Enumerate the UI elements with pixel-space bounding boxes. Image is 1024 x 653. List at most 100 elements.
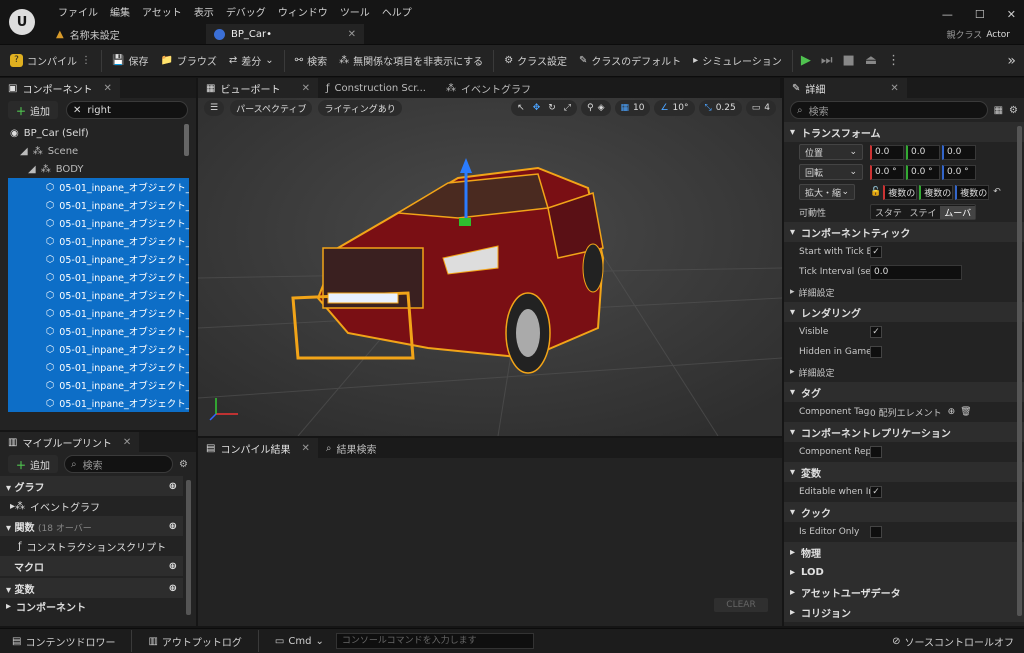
editable-checkbox[interactable]: ✓ bbox=[870, 486, 882, 498]
hide-unrelated-button[interactable]: ⁂ 無関係な項目を非表示にする bbox=[333, 49, 489, 73]
tree-item-component[interactable]: ⬡ 05-01_inpane_オブジェクト_ bbox=[8, 394, 189, 412]
section-graph[interactable]: ▾ グラフ ⊕ bbox=[0, 476, 183, 496]
expand-toolbar-icon[interactable]: » bbox=[1007, 53, 1016, 69]
item-construction-script[interactable]: ƒ コンストラクションスクリプト bbox=[0, 536, 196, 556]
tree-item-component[interactable]: ⬡ 05-01_inpane_オブジェクト_ bbox=[8, 376, 189, 394]
tab-viewport[interactable]: ▦ ビューポート ✕ bbox=[198, 78, 318, 98]
scale-dropdown[interactable]: 拡大・縮 ⌄ bbox=[799, 184, 855, 200]
prop-advanced-1[interactable]: ▸ 詳細設定 bbox=[784, 282, 1024, 302]
scale-icon[interactable]: ⤢ bbox=[564, 103, 571, 113]
tree-item-component[interactable]: ⬡ 05-01_inpane_オブジェクト_ bbox=[8, 250, 189, 268]
class-settings-button[interactable]: ⚙ クラス設定 bbox=[498, 49, 573, 73]
tree-item-component[interactable]: ⬡ 05-01_inpane_オブジェクト_ bbox=[8, 178, 189, 196]
tick-interval-input[interactable]: 0.0 bbox=[870, 264, 962, 280]
lighting-button[interactable]: ライティングあり bbox=[318, 100, 402, 116]
location-dropdown[interactable]: 位置 ⌄ bbox=[799, 144, 863, 160]
category-variable[interactable]: ▾ 変数 bbox=[784, 462, 1024, 482]
location-z[interactable]: 0.0 bbox=[942, 144, 976, 160]
close-window-icon[interactable]: ✕ bbox=[1007, 8, 1016, 21]
tab-event-graph[interactable]: ⁂ イベントグラフ bbox=[438, 78, 539, 98]
menu-asset[interactable]: アセット bbox=[136, 4, 188, 19]
details-scrollbar[interactable] bbox=[1017, 126, 1022, 616]
item-components[interactable]: ▸ コンポーネント bbox=[0, 598, 196, 614]
lock-icon[interactable]: 🔓 bbox=[870, 187, 881, 197]
maximize-icon[interactable]: ☐ bbox=[975, 8, 985, 21]
menu-edit[interactable]: 編集 bbox=[104, 4, 136, 19]
add-component-button[interactable]: ＋ 追加 bbox=[8, 101, 58, 119]
add-circle-icon[interactable]: ⊕ bbox=[169, 561, 177, 572]
rotation-y[interactable]: 0.0 ° bbox=[906, 164, 940, 180]
category-asset-user-data[interactable]: ▸ アセットユーザデータ bbox=[784, 582, 1024, 602]
move-icon[interactable]: ✥ bbox=[533, 103, 541, 113]
category-rendering[interactable]: ▾ レンダリング bbox=[784, 302, 1024, 322]
more-icon[interactable]: ⋮ bbox=[81, 55, 91, 66]
tree-item-component[interactable]: ⬡ 05-01_inpane_オブジェクト_ bbox=[8, 286, 189, 304]
scale-y[interactable]: 複数の bbox=[919, 184, 954, 200]
category-transform[interactable]: ▾ トランスフォーム bbox=[784, 122, 1024, 142]
category-component-tick[interactable]: ▾ コンポーネントティック bbox=[784, 222, 1024, 242]
category-tags[interactable]: ▾ タグ bbox=[784, 382, 1024, 402]
tree-item-self[interactable]: ◉ BP_Car (Self) bbox=[0, 124, 196, 142]
play-icon[interactable]: ▶ bbox=[801, 53, 811, 68]
tree-item-component[interactable]: ⬡ 05-01_inpane_オブジェクト_ bbox=[8, 196, 189, 214]
location-y[interactable]: 0.0 bbox=[906, 144, 940, 160]
tree-item-component[interactable]: ⬡ 05-01_inpane_オブジェクト_ bbox=[8, 214, 189, 232]
eject-icon[interactable]: ⏏ bbox=[865, 53, 877, 68]
output-log-button[interactable]: ▥ アウトプットログ bbox=[142, 629, 247, 653]
location-x[interactable]: 0.0 bbox=[870, 144, 904, 160]
diff-button[interactable]: ⇄ 差分 ⌄ bbox=[223, 49, 280, 73]
console-input[interactable]: コンソールコマンドを入力します bbox=[335, 633, 534, 649]
step-icon[interactable]: ⏭ bbox=[821, 53, 833, 68]
menu-debug[interactable]: デバッグ bbox=[220, 4, 272, 19]
expand-arrow-icon[interactable]: ◢ bbox=[20, 146, 28, 157]
mobility-stationary[interactable]: ステイ bbox=[906, 206, 941, 219]
start-tick-checkbox[interactable]: ✓ bbox=[870, 246, 882, 258]
tree-item-component[interactable]: ⬡ 05-01_inpane_オブジェクト_ bbox=[8, 268, 189, 286]
tree-item-component[interactable]: ⬡ 05-01_inpane_オブジェクト_ bbox=[8, 232, 189, 250]
tree-item-scene[interactable]: ◢ ⁂ Scene bbox=[0, 142, 196, 160]
viewport[interactable]: ☰ パースペクティブ ライティングあり ↖ ✥ ↻ ⤢ ⚲ ◈ ▦ 10 ∠ 10° … bbox=[198, 98, 782, 436]
my-blueprint-tab[interactable]: ▥ マイブループリント ✕ bbox=[0, 432, 140, 452]
find-button[interactable]: ⚯ 検索 bbox=[289, 49, 333, 73]
details-search-input[interactable]: ⌕ 検索 bbox=[790, 101, 988, 119]
add-circle-icon[interactable]: ⊕ bbox=[948, 407, 956, 417]
clear-button[interactable]: CLEAR bbox=[714, 598, 768, 612]
content-drawer-button[interactable]: ▤ コンテンツドロワー bbox=[6, 629, 121, 653]
surface-snap[interactable]: ⚲ ◈ bbox=[580, 100, 611, 116]
doc-tab-untitled[interactable]: ▲ 名称未設定 bbox=[56, 24, 120, 44]
close-icon[interactable]: ✕ bbox=[302, 83, 310, 94]
perspective-button[interactable]: パースペクティブ bbox=[230, 100, 313, 116]
tab-find-results[interactable]: ⌕ 結果検索 bbox=[318, 438, 385, 458]
mobility-static[interactable]: スタテ bbox=[871, 206, 906, 219]
scale-x[interactable]: 複数の bbox=[883, 184, 918, 200]
browse-button[interactable]: 📁 ブラウズ bbox=[154, 49, 222, 73]
add-circle-icon[interactable]: ⊕ bbox=[169, 521, 177, 532]
menu-help[interactable]: ヘルプ bbox=[376, 4, 418, 19]
parent-class-link[interactable]: Actor bbox=[986, 30, 1010, 40]
blueprint-scrollbar[interactable] bbox=[186, 480, 191, 615]
expand-arrow-icon[interactable]: ◢ bbox=[28, 164, 36, 175]
close-icon[interactable]: ✕ bbox=[103, 83, 111, 94]
rotation-snap[interactable]: ∠ 10° bbox=[654, 100, 695, 116]
category-collision[interactable]: ▸ コリジョン bbox=[784, 602, 1024, 622]
minimize-icon[interactable]: — bbox=[942, 8, 953, 21]
add-circle-icon[interactable]: ⊕ bbox=[169, 583, 177, 594]
prop-advanced-2[interactable]: ▸ 詳細設定 bbox=[784, 362, 1024, 382]
blueprint-search-input[interactable]: ⌕ 検索 bbox=[64, 455, 174, 473]
menu-tools[interactable]: ツール bbox=[334, 4, 376, 19]
gear-icon[interactable]: ⚙ bbox=[179, 459, 188, 470]
tree-item-component[interactable]: ⬡ 05-01_inpane_オブジェクト_ bbox=[8, 358, 189, 376]
menu-view[interactable]: 表示 bbox=[188, 4, 220, 19]
category-replication[interactable]: ▾ コンポーネントレプリケーション bbox=[784, 422, 1024, 442]
reset-icon[interactable]: ↶ bbox=[993, 187, 1001, 197]
rotation-dropdown[interactable]: 回転 ⌄ bbox=[799, 164, 863, 180]
category-lod[interactable]: ▸ LOD bbox=[784, 562, 1024, 582]
section-variables[interactable]: ▾ 変数 ⊕ bbox=[0, 578, 183, 598]
select-icon[interactable]: ↖ bbox=[517, 103, 525, 113]
replicates-checkbox[interactable] bbox=[870, 446, 882, 458]
tree-item-component[interactable]: ⬡ 05-01_inpane_オブジェクト_ bbox=[8, 322, 189, 340]
more-icon[interactable]: ⋮ bbox=[887, 53, 900, 68]
editor-only-checkbox[interactable] bbox=[870, 526, 882, 538]
clear-search-icon[interactable]: ✕ bbox=[73, 105, 81, 116]
add-member-button[interactable]: ＋ 追加 bbox=[8, 455, 58, 473]
